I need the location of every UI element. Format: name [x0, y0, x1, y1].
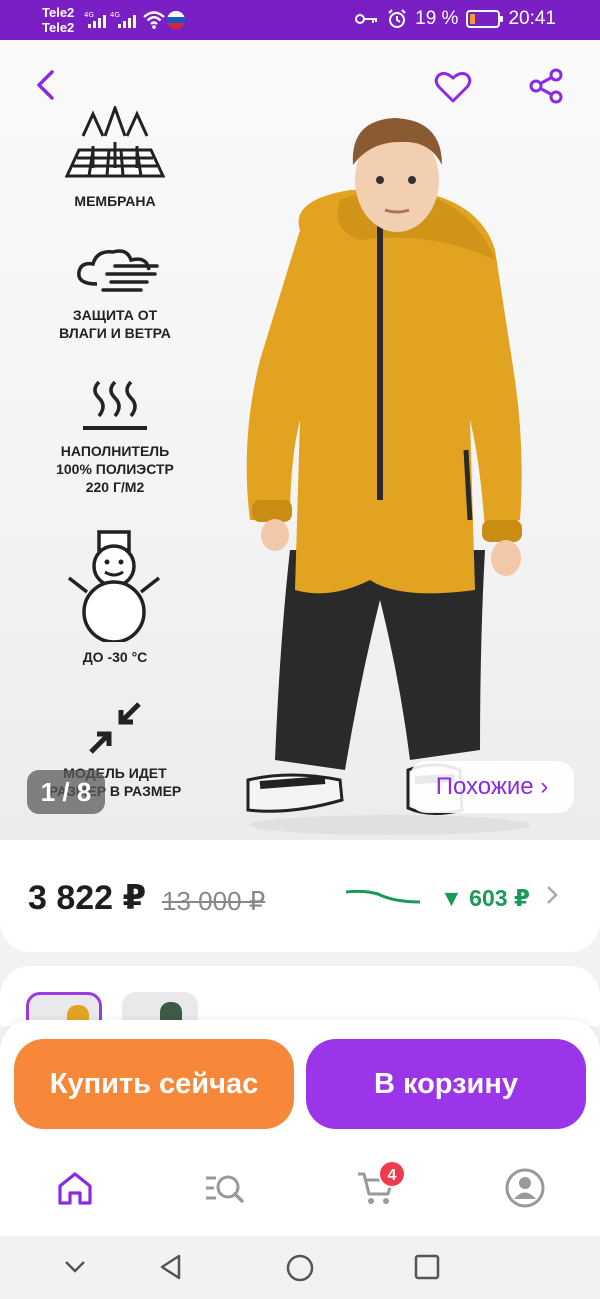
- product-screen: Tele2 Tele2 4G 4G 19 % 20:41 МЕМБРАНА ЗА…: [0, 0, 600, 1299]
- catalog-search-icon[interactable]: [202, 1166, 246, 1210]
- carrier-1: Tele2: [42, 5, 75, 20]
- recent-apps-square-icon[interactable]: [413, 1253, 441, 1281]
- wifi-icon: [143, 11, 165, 29]
- bottom-tab-bar: [0, 1140, 600, 1236]
- battery-icon: [466, 10, 504, 28]
- feature-membrane: МЕМБРАНА: [40, 106, 190, 210]
- share-icon[interactable]: [528, 68, 564, 104]
- clock: 20:41: [508, 8, 556, 29]
- home-circle-icon[interactable]: [285, 1253, 315, 1283]
- current-price: 3 822 ₽: [28, 879, 147, 917]
- system-navigation-bar: [0, 1236, 600, 1299]
- profile-icon[interactable]: [503, 1166, 547, 1210]
- color-variants: [0, 966, 600, 1026]
- old-price: 13 000 ₽: [162, 886, 266, 916]
- svg-text:4G: 4G: [84, 11, 94, 19]
- buy-now-button[interactable]: Купить сейчас: [14, 1039, 294, 1129]
- back-triangle-icon[interactable]: [157, 1253, 185, 1281]
- product-gallery[interactable]: МЕМБРАНА ЗАЩИТА ОТ ВЛАГИ И ВЕТРА НАПОЛНИ…: [0, 40, 600, 840]
- membrane-icon: [64, 106, 166, 178]
- wind-icon: [77, 249, 159, 292]
- favorite-heart-icon[interactable]: [434, 68, 472, 106]
- back-chevron-icon[interactable]: [30, 68, 64, 102]
- signal-icon: 4G: [84, 11, 106, 28]
- home-icon[interactable]: [53, 1166, 97, 1210]
- cart-count-badge: 4: [378, 1160, 406, 1188]
- heat-icon: [83, 380, 147, 430]
- price-card[interactable]: 3 822 ₽ 13 000 ₽ ▼ 603 ₽: [0, 840, 600, 952]
- add-to-cart-button[interactable]: В корзину: [306, 1039, 586, 1129]
- feature-label: ДО -30 °C: [82, 649, 148, 665]
- key-icon: [355, 14, 378, 24]
- purchase-action-bar: Купить сейчас В корзину: [0, 1020, 600, 1140]
- feature-label: НАПОЛНИТЕЛЬ 100% ПОЛИЭСТР 220 Г/М2: [56, 443, 174, 495]
- feature-wind-protection: ЗАЩИТА ОТ ВЛАГИ И ВЕТРА: [40, 240, 190, 342]
- signal-icon-2: 4G: [110, 11, 136, 28]
- price-trend-line: [345, 889, 421, 904]
- carrier-labels: Tele2 Tele2: [42, 5, 74, 35]
- svg-text:4G: 4G: [110, 11, 120, 19]
- battery-percent: 19 %: [415, 8, 459, 29]
- price-drop: ▼ 603 ₽: [440, 885, 530, 911]
- product-photo: [246, 118, 530, 835]
- similar-products-button[interactable]: Похожие ›: [410, 761, 574, 813]
- status-bar: Tele2 Tele2 4G 4G 19 % 20:41: [0, 0, 600, 40]
- snowman-icon: [67, 530, 161, 642]
- russian-flag-icon: [167, 11, 185, 29]
- feature-label: ЗАЩИТА ОТ ВЛАГИ И ВЕТРА: [59, 307, 171, 341]
- feature-filling: НАПОЛНИТЕЛЬ 100% ПОЛИЭСТР 220 Г/М2: [40, 376, 190, 496]
- image-counter: 1 / 8: [27, 770, 105, 814]
- feature-temperature: ДО -30 °C: [40, 528, 190, 666]
- status-right: 19 % 20:41: [355, 8, 556, 30]
- battery-fill: [470, 14, 476, 24]
- arrows-in-icon: [89, 702, 141, 754]
- feature-label: МЕМБРАНА: [74, 193, 156, 209]
- hide-keyboard-chevron-icon[interactable]: [62, 1253, 88, 1279]
- carrier-2: Tele2: [42, 20, 75, 35]
- alarm-icon: [388, 9, 406, 28]
- chevron-right-icon[interactable]: [544, 884, 560, 906]
